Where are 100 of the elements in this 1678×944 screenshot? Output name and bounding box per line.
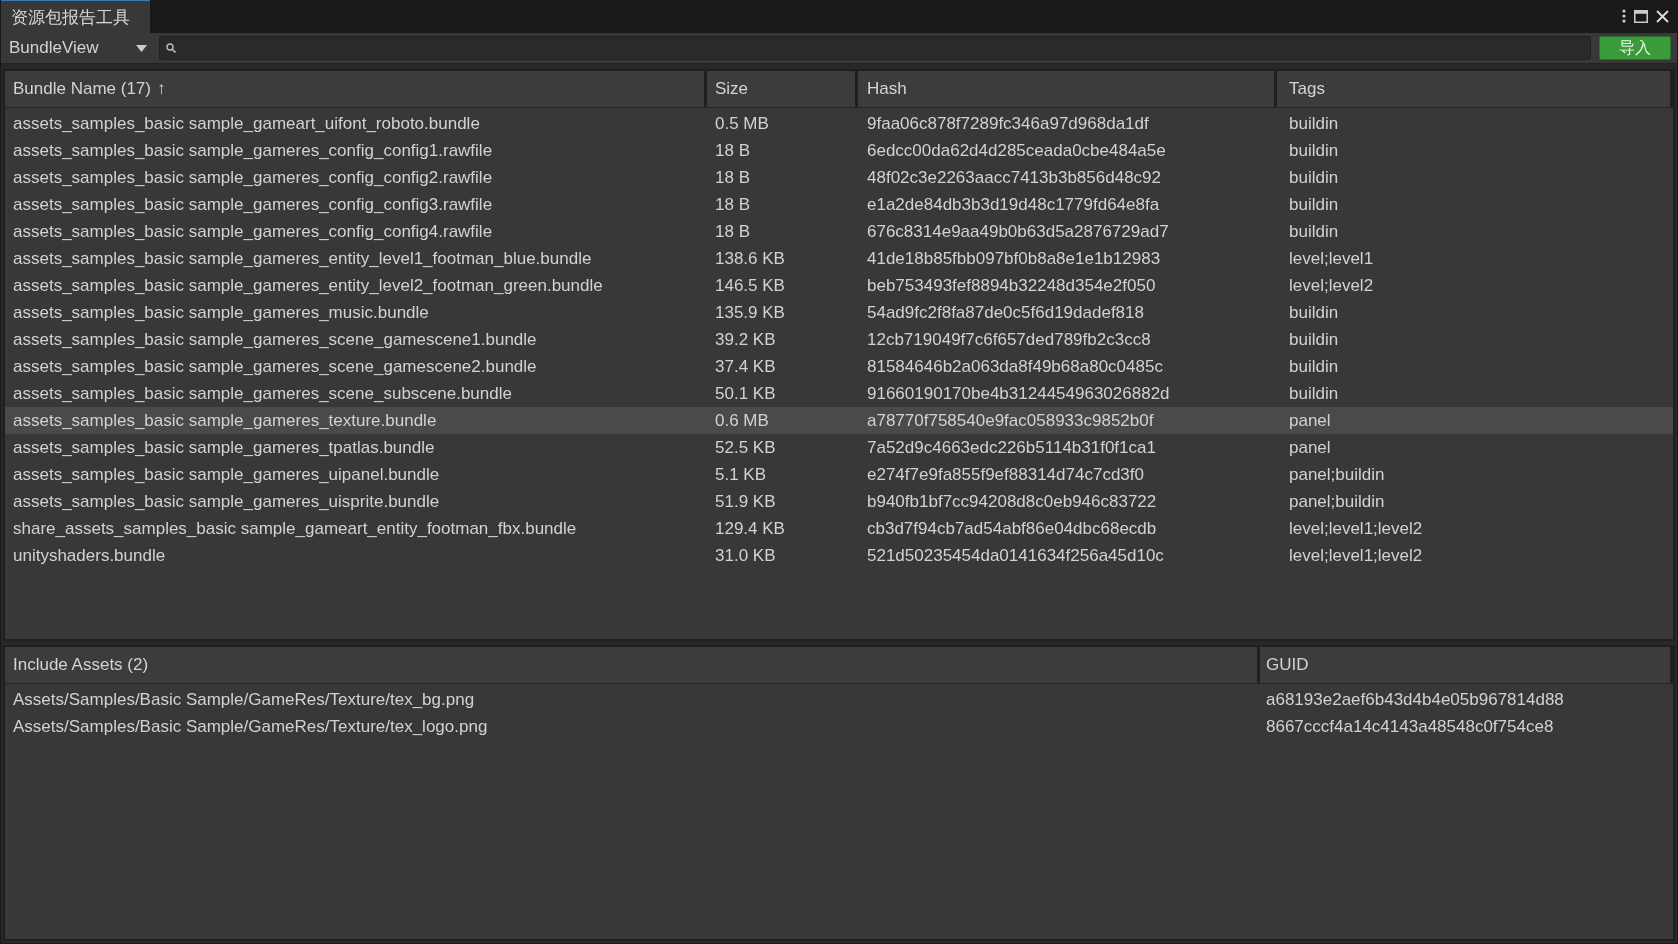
column-header[interactable]: Include Assets (2)	[5, 647, 1260, 683]
bundle-name-cell-text: assets_samples_basic sample_gameart_uifont_roboto.bundle	[12, 113, 481, 134]
tags-cell-text: level;level1;level2	[1288, 545, 1424, 566]
bundle-name-cell-text: assets_samples_basic sample_gameres_texture.bundle	[12, 410, 438, 431]
hash-cell-text: 9faa06c878f7289fc346a97d968da1df	[866, 113, 1150, 134]
hash-cell-text: 12cb719049f7c6f657ded789fb2c3cc8	[866, 329, 1152, 350]
table-row[interactable]: assets_samples_basic sample_gameres_texture.bundle 0.6 MB a78770f758540e9fac058933c9852b0f panel	[5, 407, 1673, 434]
caret-icon	[136, 44, 147, 52]
hash-cell-text: 91660190170be4b3124454963026882d	[866, 383, 1171, 404]
size-cell-text: 18 B	[714, 221, 751, 242]
table-row[interactable]: assets_samples_basic sample_gameres_scene_gamescene1.bundle 39.2 KB 12cb719049f7c6f657ded789fb2c3cc8 buildin	[5, 326, 1673, 353]
bundle-name-cell-text: unityshaders.bundle	[12, 545, 167, 566]
tags-cell-text: panel	[1288, 437, 1332, 458]
hash-cell-text: 54ad9fc2f8fa87de0c5f6d19dadef818	[866, 302, 1145, 323]
column-header[interactable]: Size	[707, 71, 858, 107]
bundle-name-cell-text: assets_samples_basic sample_gameres_scene_subscene.bundle	[12, 383, 513, 404]
maximize-icon[interactable]	[1634, 9, 1648, 23]
column-header[interactable]: Bundle Name (17) ↑	[5, 71, 707, 107]
tags-cell-text: panel;buildin	[1288, 464, 1386, 485]
search-icon	[166, 43, 176, 53]
hash-cell-text: a78770f758540e9fac058933c9852b0f	[866, 410, 1155, 431]
size-cell-text: 18 B	[714, 194, 751, 215]
hash-cell-text: 81584646b2a063da8f49b68a80c0485c	[866, 356, 1164, 377]
column-header[interactable]: GUID	[1260, 647, 1673, 683]
table-row[interactable]: assets_samples_basic sample_gameres_entity_level2_footman_green.bundle 146.5 KB beb753493fef8894b32248d354e2f050 level;level2	[5, 272, 1673, 299]
table-row[interactable]: assets_samples_basic sample_gameres_entity_level1_footman_blue.bundle 138.6 KB 41de18b85fbb097bf0b8a8e1e1b12983 level;level1	[5, 245, 1673, 272]
bundle-name-cell-text: assets_samples_basic sample_gameres_entity_level2_footman_green.bundle	[12, 275, 604, 296]
table-row[interactable]: assets_samples_basic sample_gameres_music.bundle 135.9 KB 54ad9fc2f8fa87de0c5f6d19dadef818 buildin	[5, 299, 1673, 326]
table-row[interactable]: assets_samples_basic sample_gameres_scene_subscene.bundle 50.1 KB 91660190170be4b3124454963026882d buildin	[5, 380, 1673, 407]
tags-cell-text: level;level1;level2	[1288, 518, 1424, 539]
hash-cell-text: cb3d7f94cb7ad54abf86e04dbc68ecdb	[866, 518, 1158, 539]
size-cell-text: 37.4 KB	[714, 356, 777, 377]
sort-indicator: ↑	[156, 79, 166, 99]
search-field[interactable]	[159, 36, 1591, 60]
size-cell-text: 51.9 KB	[714, 491, 777, 512]
table-row[interactable]: Assets/Samples/Basic Sample/GameRes/Texture/tex_bg.png a68193e2aef6b43d4b4e05b967814d88	[5, 686, 1673, 713]
size-cell-text: 5.1 KB	[714, 464, 768, 485]
table-row[interactable]: assets_samples_basic sample_gameres_config_config1.rawfile 18 B 6edcc00da62d4d285ceada0cbe484a5e buildin	[5, 137, 1673, 164]
view-dropdown[interactable]: BundleView	[7, 38, 151, 58]
hash-cell-text: 521d50235454da0141634f256a45d10c	[866, 545, 1165, 566]
tags-cell-text: buildin	[1288, 302, 1340, 323]
column-header[interactable]: Hash	[858, 71, 1277, 107]
size-cell-text: 0.5 MB	[714, 113, 770, 134]
hash-cell-text: 48f02c3e2263aacc7413b3b856d48c92	[866, 167, 1162, 188]
tags-cell-text: buildin	[1288, 221, 1340, 242]
hash-cell-text: 676c8314e9aa49b0b63d5a2876729ad7	[866, 221, 1170, 242]
bundle-name-cell-text: assets_samples_basic sample_gameres_uisprite.bundle	[12, 491, 441, 512]
tags-cell-text: buildin	[1288, 113, 1340, 134]
table-row[interactable]: share_assets_samples_basic sample_gameart_entity_footman_fbx.bundle 129.4 KB cb3d7f94cb7ad54abf86e04dbc68ecdb level;level1;level2	[5, 515, 1673, 542]
hash-cell-text: b940fb1bf7cc94208d8c0eb946c83722	[866, 491, 1158, 512]
table-row[interactable]: assets_samples_basic sample_gameres_scene_gamescene2.bundle 37.4 KB 81584646b2a063da8f49b68a80c0485c buildin	[5, 353, 1673, 380]
hash-cell-text: e1a2de84db3b3d19d48c1779fd64e8fa	[866, 194, 1161, 215]
hash-cell-text: e274f7e9fa855f9ef88314d74c7cd3f0	[866, 464, 1145, 485]
bundle-name-cell-text: assets_samples_basic sample_gameres_config_config2.rawfile	[12, 167, 494, 188]
bundle-name-cell-text: assets_samples_basic sample_gameres_music.bundle	[12, 302, 430, 323]
table-row[interactable]: assets_samples_basic sample_gameres_config_config3.rawfile 18 B e1a2de84db3b3d19d48c1779fd64e8fa buildin	[5, 191, 1673, 218]
bundle-name-cell-text: assets_samples_basic sample_gameres_config_config3.rawfile	[12, 194, 494, 215]
size-cell-text: 135.9 KB	[714, 302, 786, 323]
more-options-icon[interactable]	[1622, 9, 1626, 23]
size-cell-text: 18 B	[714, 167, 751, 188]
table-row[interactable]: assets_samples_basic sample_gameart_uifont_roboto.bundle 0.5 MB 9faa06c878f7289fc346a97d968da1df buildin	[5, 110, 1673, 137]
tags-cell-text: panel;buildin	[1288, 491, 1386, 512]
close-icon[interactable]	[1656, 9, 1669, 23]
column-header[interactable]: Tags	[1277, 71, 1673, 107]
tags-cell-text: level;level1	[1288, 248, 1375, 269]
table-row[interactable]: assets_samples_basic sample_gameres_uisprite.bundle 51.9 KB b940fb1bf7cc94208d8c0eb946c83722 panel;buildin	[5, 488, 1673, 515]
guid-cell-text: a68193e2aef6b43d4b4e05b967814d88	[1265, 689, 1565, 710]
table-row[interactable]: Assets/Samples/Basic Sample/GameRes/Texture/tex_logo.png 8667cccf4a14c4143a48548c0f754ce8	[5, 713, 1673, 740]
bundle-name-cell-text: assets_samples_basic sample_gameres_scene_gamescene1.bundle	[12, 329, 538, 350]
table-row[interactable]: assets_samples_basic sample_gameres_tpatlas.bundle 52.5 KB 7a52d9c4663edc226b5114b31f0f1ca1 panel	[5, 434, 1673, 461]
table-row[interactable]: assets_samples_basic sample_gameres_config_config2.rawfile 18 B 48f02c3e2263aacc7413b3b856d48c92 buildin	[5, 164, 1673, 191]
bundle-name-cell-text: assets_samples_basic sample_gameres_config_config4.rawfile	[12, 221, 494, 242]
table-row[interactable]: unityshaders.bundle 31.0 KB 521d50235454da0141634f256a45d10c level;level1;level2	[5, 542, 1673, 569]
window-tab[interactable]: 资源包报告工具	[1, 0, 150, 33]
tags-cell-text: buildin	[1288, 167, 1340, 188]
tags-cell-text: buildin	[1288, 383, 1340, 404]
guid-cell-text: 8667cccf4a14c4143a48548c0f754ce8	[1265, 716, 1555, 737]
size-cell-text: 50.1 KB	[714, 383, 777, 404]
tags-cell-text: buildin	[1288, 329, 1340, 350]
size-cell-text: 18 B	[714, 140, 751, 161]
table-row[interactable]: assets_samples_basic sample_gameres_uipanel.bundle 5.1 KB e274f7e9fa855f9ef88314d74c7cd3f0 panel;buildin	[5, 461, 1673, 488]
bundle-name-cell-text: share_assets_samples_basic sample_gameart_entity_footman_fbx.bundle	[12, 518, 578, 539]
size-cell-text: 39.2 KB	[714, 329, 777, 350]
tags-cell-text: level;level2	[1288, 275, 1375, 296]
tags-cell-text: panel	[1288, 410, 1332, 431]
size-cell-text: 146.5 KB	[714, 275, 786, 296]
bundle-name-cell-text: assets_samples_basic sample_gameres_entity_level1_footman_blue.bundle	[12, 248, 593, 269]
hash-cell-text: 6edcc00da62d4d285ceada0cbe484a5e	[866, 140, 1167, 161]
size-cell-text: 31.0 KB	[714, 545, 777, 566]
asset-path-cell-text: Assets/Samples/Basic Sample/GameRes/Texture/tex_bg.png	[12, 689, 476, 710]
hash-cell-text: 7a52d9c4663edc226b5114b31f0f1ca1	[866, 437, 1157, 458]
tags-cell-text: buildin	[1288, 356, 1340, 377]
bundle-name-cell-text: assets_samples_basic sample_gameres_scene_gamescene2.bundle	[12, 356, 538, 377]
size-cell-text: 129.4 KB	[714, 518, 786, 539]
table-row[interactable]: assets_samples_basic sample_gameres_config_config4.rawfile 18 B 676c8314e9aa49b0b63d5a2876729ad7 buildin	[5, 218, 1673, 245]
asset-path-cell-text: Assets/Samples/Basic Sample/GameRes/Texture/tex_logo.png	[12, 716, 489, 737]
hash-cell-text: beb753493fef8894b32248d354e2f050	[866, 275, 1157, 296]
size-cell-text: 138.6 KB	[714, 248, 786, 269]
size-cell-text: 52.5 KB	[714, 437, 777, 458]
bundle-name-cell-text: assets_samples_basic sample_gameres_config_config1.rawfile	[12, 140, 494, 161]
